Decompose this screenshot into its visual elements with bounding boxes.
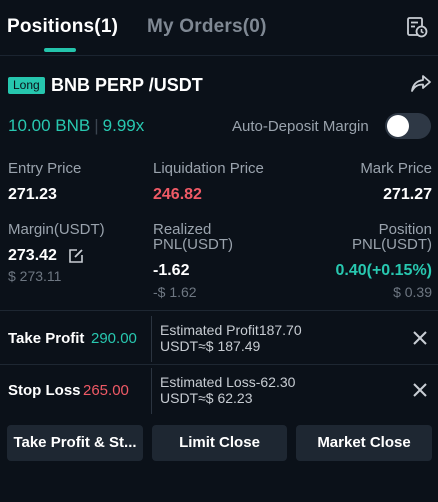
realized-pnl-value: -1.62 xyxy=(153,262,190,279)
mark-price-label: Mark Price xyxy=(360,160,432,177)
auto-deposit-margin-toggle[interactable] xyxy=(385,113,431,139)
market-close-button[interactable]: Market Close xyxy=(296,425,432,461)
position-symbol: BNB PERP /USDT xyxy=(51,75,203,95)
position-pnl-value: 0.40(+0.15%) xyxy=(335,262,432,279)
position-pnl-label-line2: PNL(USDT) xyxy=(351,236,432,253)
stop-loss-label: Stop Loss xyxy=(8,382,81,399)
limit-close-button[interactable]: Limit Close xyxy=(152,425,287,461)
liquidation-price-value: 246.82 xyxy=(153,186,202,203)
margin-label: Margin(USDT) xyxy=(8,221,105,238)
edit-margin-icon[interactable] xyxy=(68,248,84,264)
share-icon[interactable] xyxy=(410,74,432,94)
take-profit-divider xyxy=(151,316,152,362)
stop-loss-estimate-line1: Estimated Loss-62.30 xyxy=(160,374,296,390)
auto-deposit-margin-label: Auto-Deposit Margin xyxy=(232,118,369,135)
position-quantity: 10.00 BNB xyxy=(8,116,91,135)
row-divider xyxy=(0,364,438,365)
stop-loss-price[interactable]: 265.00 xyxy=(83,382,129,399)
take-profit-estimate-line2: USDT≈$ 187.49 xyxy=(160,338,261,354)
margin-value: 273.42 xyxy=(8,247,57,264)
section-divider xyxy=(0,310,438,311)
remove-take-profit-icon[interactable] xyxy=(412,330,428,346)
take-profit-price[interactable]: 290.00 xyxy=(91,330,137,347)
position-leverage: 9.99x xyxy=(102,116,145,135)
liquidation-price-label: Liquidation Price xyxy=(153,160,264,177)
realized-pnl-usd-value: -$ 1.62 xyxy=(153,284,197,300)
tab-my-orders[interactable]: My Orders(0) xyxy=(147,16,267,38)
remove-stop-loss-icon[interactable] xyxy=(412,382,428,398)
take-profit-stop-loss-button[interactable]: Take Profit & St... xyxy=(7,425,143,461)
tab-positions[interactable]: Positions(1) xyxy=(7,16,118,38)
entry-price-label: Entry Price xyxy=(8,160,82,177)
mark-price-value: 271.27 xyxy=(383,186,432,203)
realized-pnl-label-line2: PNL(USDT) xyxy=(153,236,234,253)
take-profit-estimate-line1: Estimated Profit187.70 xyxy=(160,322,302,338)
order-history-icon[interactable] xyxy=(406,16,428,38)
stop-loss-estimate-line2: USDT≈$ 62.23 xyxy=(160,390,253,406)
position-size: 10.00 BNB | 9.99x xyxy=(8,116,144,136)
tab-bar: Positions(1) My Orders(0) xyxy=(0,0,438,56)
position-pnl-usd-value: $ 0.39 xyxy=(393,284,432,300)
active-tab-indicator xyxy=(44,48,76,52)
position-side-badge: Long xyxy=(8,77,45,94)
margin-usd-value: $ 273.11 xyxy=(8,268,62,284)
stop-loss-divider xyxy=(151,368,152,414)
toggle-knob xyxy=(387,115,409,137)
take-profit-label: Take Profit xyxy=(8,330,85,347)
entry-price-value: 271.23 xyxy=(8,186,57,203)
size-separator: | xyxy=(94,116,99,135)
